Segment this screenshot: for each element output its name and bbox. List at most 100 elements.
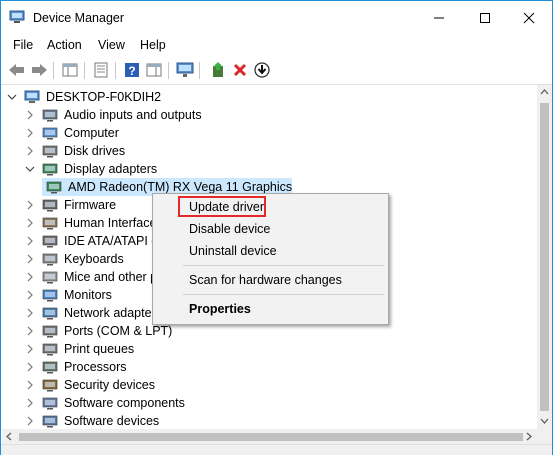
- help-toolbar-button[interactable]: ?: [122, 60, 142, 80]
- close-button[interactable]: [506, 1, 552, 35]
- scan-hardware-toolbar-button[interactable]: [175, 60, 195, 80]
- show-hide-console-tree-button[interactable]: [60, 60, 80, 80]
- tree-item-label: Processors: [64, 360, 127, 374]
- menu-properties[interactable]: Properties: [155, 298, 386, 320]
- toolbar-separator: [115, 62, 116, 79]
- display-adapter-icon: [46, 180, 62, 194]
- tree-item[interactable]: Disk drives: [24, 142, 125, 160]
- tree-item[interactable]: Ports (COM & LPT): [24, 322, 172, 340]
- menu-disable-device[interactable]: Disable device: [155, 218, 386, 240]
- tree-item-label: Disk drives: [64, 144, 126, 158]
- processor-icon: [42, 360, 58, 374]
- tree-item[interactable]: Print queues: [24, 340, 134, 358]
- tree-item[interactable]: Firmware: [24, 196, 116, 214]
- device-manager-window: Device Manager File Action View Help ? D…: [0, 0, 553, 455]
- chevron-right-icon[interactable]: [24, 340, 36, 358]
- chevron-right-icon[interactable]: [24, 268, 36, 286]
- tree-item[interactable]: Mice and other p: [24, 268, 157, 286]
- properties-toolbar-button[interactable]: [91, 60, 111, 80]
- tree-item[interactable]: IDE ATA/ATAPI co: [24, 232, 165, 250]
- chevron-right-icon[interactable]: [24, 394, 36, 412]
- scroll-up-icon[interactable]: [537, 85, 552, 100]
- chevron-down-icon[interactable]: [24, 160, 36, 178]
- minimize-button[interactable]: [416, 1, 462, 35]
- toolbar-separator: [168, 62, 169, 79]
- tree-item-label: Network adapter: [64, 306, 156, 320]
- disk-drive-icon: [42, 144, 58, 158]
- tree-item[interactable]: Monitors: [24, 286, 112, 304]
- toolbar-separator: [53, 62, 54, 79]
- tree-item[interactable]: Software components: [24, 394, 185, 412]
- tree-item[interactable]: Human Interface: [24, 214, 156, 232]
- chevron-right-icon[interactable]: [24, 376, 36, 394]
- chevron-right-icon[interactable]: [24, 322, 36, 340]
- tree-item-label: Audio inputs and outputs: [64, 108, 202, 122]
- uninstall-device-label: Uninstall device: [189, 244, 277, 258]
- chevron-right-icon[interactable]: [24, 304, 36, 322]
- vertical-scroll-thumb[interactable]: [540, 103, 549, 411]
- update-driver-toolbar-button[interactable]: [208, 60, 228, 80]
- chevron-right-icon[interactable]: [24, 358, 36, 376]
- scroll-down-icon[interactable]: [537, 414, 552, 429]
- chevron-right-icon[interactable]: [24, 196, 36, 214]
- chevron-right-icon[interactable]: [24, 214, 36, 232]
- status-bar: [1, 444, 552, 455]
- keyboard-icon: [42, 252, 58, 266]
- properties-sheet-icon: [94, 62, 108, 78]
- horizontal-scrollbar[interactable]: [2, 429, 537, 444]
- action-pane-icon: [146, 63, 162, 77]
- display-adapter-icon: [42, 162, 58, 176]
- chevron-right-icon[interactable]: [24, 106, 36, 124]
- port-icon: [42, 324, 58, 338]
- ide-controller-icon: [42, 234, 58, 248]
- enable-device-toolbar-button[interactable]: [252, 60, 272, 80]
- tree-item[interactable]: Processors: [24, 358, 127, 376]
- title-bar: Device Manager: [1, 1, 552, 35]
- horizontal-scroll-thumb[interactable]: [19, 433, 523, 441]
- uninstall-toolbar-button[interactable]: [230, 60, 250, 80]
- speaker-icon: [42, 108, 58, 122]
- chevron-down-icon[interactable]: [6, 88, 18, 106]
- menu-help[interactable]: Help: [140, 38, 166, 52]
- menu-view[interactable]: View: [98, 38, 125, 52]
- scroll-right-icon[interactable]: [522, 429, 537, 444]
- menu-scan-hardware[interactable]: Scan for hardware changes: [155, 269, 386, 291]
- tree-item[interactable]: Keyboards: [24, 250, 124, 268]
- red-x-icon: [233, 63, 247, 77]
- menu-action[interactable]: Action: [47, 38, 82, 52]
- device-manager-app-icon: [9, 10, 25, 24]
- action-pane-button[interactable]: [144, 60, 164, 80]
- menu-file[interactable]: File: [13, 38, 33, 52]
- firmware-icon: [42, 198, 58, 212]
- mouse-icon: [42, 270, 58, 284]
- chevron-right-icon[interactable]: [24, 250, 36, 268]
- tree-item[interactable]: Security devices: [24, 376, 155, 394]
- scrollbar-corner: [537, 429, 552, 444]
- software-component-icon: [42, 396, 58, 410]
- forward-arrow-icon: [32, 64, 47, 76]
- chevron-right-icon[interactable]: [24, 412, 36, 429]
- update-driver-icon: [213, 62, 223, 77]
- tree-item-label: Print queues: [64, 342, 135, 356]
- close-icon: [523, 12, 535, 24]
- scroll-left-icon[interactable]: [2, 429, 17, 444]
- tree-item[interactable]: Computer: [24, 124, 119, 142]
- maximize-button[interactable]: [462, 1, 508, 35]
- tree-item[interactable]: Display adapters: [24, 160, 157, 178]
- tree-item[interactable]: Network adapter: [24, 304, 156, 322]
- chevron-right-icon[interactable]: [24, 232, 36, 250]
- tree-root[interactable]: DESKTOP-F0KDIH2: [6, 88, 161, 106]
- context-menu-separator: [183, 294, 384, 295]
- menu-uninstall-device[interactable]: Uninstall device: [155, 240, 386, 262]
- back-button[interactable]: [7, 60, 27, 80]
- chevron-right-icon[interactable]: [24, 142, 36, 160]
- forward-button[interactable]: [29, 60, 49, 80]
- window-title: Device Manager: [33, 11, 125, 25]
- help-icon: ?: [125, 63, 139, 78]
- vertical-scrollbar[interactable]: [537, 85, 552, 429]
- security-device-icon: [42, 378, 58, 392]
- tree-item[interactable]: Audio inputs and outputs: [24, 106, 202, 124]
- tree-item[interactable]: Software devices: [24, 412, 159, 429]
- chevron-right-icon[interactable]: [24, 124, 36, 142]
- chevron-right-icon[interactable]: [24, 286, 36, 304]
